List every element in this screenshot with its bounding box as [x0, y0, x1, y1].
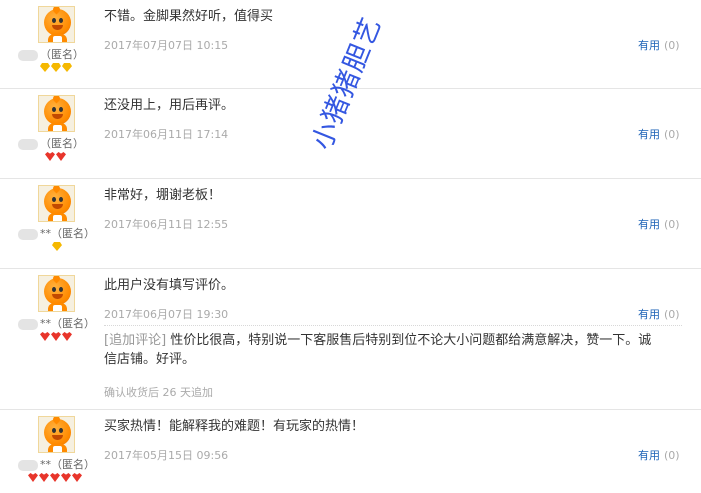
heart-icon [40, 332, 50, 341]
useful-vote: 有用 (0) [638, 128, 680, 141]
diamond-icon [52, 242, 62, 251]
buyer-rank-badge [28, 473, 82, 484]
heart-icon [72, 473, 82, 482]
useful-vote: 有用 (0) [638, 39, 680, 52]
avatar[interactable] [38, 6, 75, 43]
useful-vote: 有用 (0) [638, 449, 680, 462]
buyer-rank-badge [40, 63, 72, 74]
review-text: 还没用上，用后再评。 [104, 98, 235, 113]
useful-vote: 有用 (0) [638, 308, 680, 321]
useful-button[interactable]: 有用 [638, 308, 660, 321]
useful-vote: 有用 (0) [638, 218, 680, 231]
append-note: 确认收货后 26 天追加 [104, 386, 213, 399]
review-date: 2017年06月11日 12:55 [104, 218, 229, 231]
useful-button[interactable]: 有用 [638, 39, 660, 52]
reviewer-info: **（匿名） [0, 179, 100, 263]
useful-button[interactable]: 有用 [638, 449, 660, 462]
review-date: 2017年06月07日 19:30 [104, 308, 229, 321]
avatar[interactable] [38, 185, 75, 222]
review-date: 2017年06月11日 17:14 [104, 128, 229, 141]
buyer-rank-badge [52, 242, 62, 253]
review-text: 非常好，堋谢老板！ [104, 188, 222, 203]
heart-icon [45, 152, 55, 161]
reviewer-info: **（匿名） [0, 269, 100, 353]
heart-icon [62, 332, 72, 341]
buyer-rank-badge [40, 332, 72, 343]
heart-icon [51, 332, 61, 341]
heart-icon [61, 473, 71, 482]
review-item: **（匿名） 买家热情！能解释我的难题！有玩家的热情！ 2017年05月15日 … [0, 410, 701, 493]
diamond-icon [40, 63, 50, 72]
reviewer-info: （匿名） [0, 89, 100, 173]
useful-button[interactable]: 有用 [638, 128, 660, 141]
review-text: 不错。金脚果然好听，值得买 [104, 9, 274, 24]
heart-icon [56, 152, 66, 161]
reviewer-nickname: **（匿名） [18, 315, 95, 331]
avatar[interactable] [38, 416, 75, 453]
review-text: 此用户没有填写评价。 [104, 278, 235, 293]
reviewer-nickname: **（匿名） [18, 225, 95, 241]
reviewer-nickname: （匿名） [18, 46, 84, 62]
reviewer-nickname: **（匿名） [18, 456, 95, 472]
review-item: **（匿名） 非常好，堋谢老板！ 2017年06月11日 12:55 有用 (0) [0, 179, 701, 269]
divider [104, 325, 682, 326]
avatar[interactable] [38, 275, 75, 312]
append-tag: [追加评论] [104, 333, 167, 348]
useful-button[interactable]: 有用 [638, 218, 660, 231]
appended-review: [追加评论] 性价比很高，特别说一下客服售后特别到位不论大小问题都给满意解决，赞… [104, 331, 664, 369]
heart-icon [28, 473, 38, 482]
review-text: 买家热情！能解释我的难题！有玩家的热情！ [104, 419, 365, 434]
diamond-icon [51, 63, 61, 72]
append-text: 性价比很高，特别说一下客服售后特别到位不论大小问题都给满意解决，赞一下。诚信店铺… [104, 333, 652, 367]
reviewer-info: （匿名） [0, 0, 100, 84]
review-date: 2017年05月15日 09:56 [104, 449, 229, 462]
reviewer-info: **（匿名） [0, 410, 100, 493]
buyer-rank-badge [45, 152, 66, 163]
avatar[interactable] [38, 95, 75, 132]
reviewer-nickname: （匿名） [18, 135, 84, 151]
heart-icon [39, 473, 49, 482]
review-date: 2017年07月07日 10:15 [104, 39, 229, 52]
heart-icon [50, 473, 60, 482]
diamond-icon [62, 63, 72, 72]
